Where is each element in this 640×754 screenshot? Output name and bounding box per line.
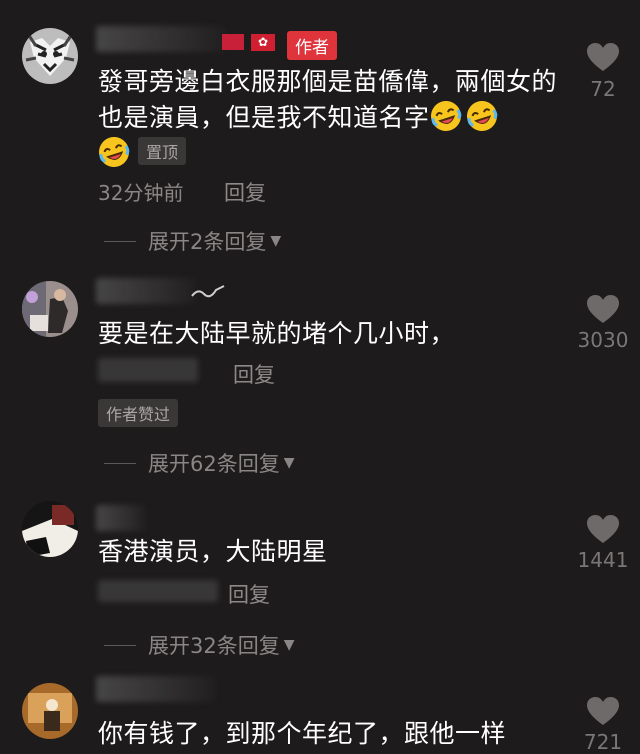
tiger-avatar-icon [22,28,78,84]
author-name-blurred[interactable] [96,278,196,304]
reply-button[interactable]: 回复 [224,177,266,207]
expand-replies-label: 展开62条回复 [148,452,280,476]
user-photo-icon [22,281,78,337]
blurred-meta [98,580,218,602]
like-count: 3030 [577,328,629,352]
divider-line [104,462,136,464]
hong-kong-flag-icon: ✿ [251,34,275,51]
avatar[interactable] [22,683,78,739]
comment-text[interactable]: 要是在大陆早就的堵个几小时， [98,316,558,352]
avatar[interactable] [22,28,78,84]
like-count: 721 [583,730,623,754]
heart-icon[interactable] [586,294,620,324]
rofl-emoji [98,136,130,168]
user-photo-icon [22,683,78,739]
reply-button[interactable]: 回复 [233,359,275,389]
like-count: 72 [590,77,616,101]
rofl-emoji [430,100,462,132]
user-photo-icon [22,501,78,557]
liked-by-author-tag: 作者赞过 [98,399,179,427]
expand-replies-button[interactable]: 展开32条回复 ▼ [104,630,295,660]
like-count: 1441 [577,548,629,572]
pinned-tag: 置顶 [138,137,187,165]
flag-icon [222,34,244,50]
caret-down-icon: ▼ [270,233,282,249]
caret-down-icon: ▼ [283,455,295,471]
author-badge: 作者 [287,31,337,60]
expand-replies-label: 展开2条回复 [148,230,267,254]
author-name-blurred[interactable] [96,505,146,531]
blurred-meta [98,358,198,382]
heart-icon[interactable] [586,42,620,72]
caret-down-icon: ▼ [283,637,295,653]
heart-icon[interactable] [586,696,620,726]
comment-time: 32分钟前 [98,181,184,205]
expand-replies-button[interactable]: 展开2条回复 ▼ [104,226,281,256]
author-name-blurred[interactable] [96,26,226,52]
reply-button[interactable]: 回复 [228,579,270,609]
avatar[interactable] [22,501,78,557]
comment-text[interactable]: 香港演员，大陆明星 [98,534,558,570]
author-name-blurred[interactable] [96,676,216,702]
divider-line [104,644,136,646]
expand-replies-label: 展开32条回复 [148,634,280,658]
heart-icon[interactable] [586,514,620,544]
rofl-emoji [466,100,498,132]
expand-replies-button[interactable]: 展开62条回复 ▼ [104,448,295,478]
divider-line [104,240,136,242]
comment-text[interactable]: 你有钱了，到那个年纪了，跟他一样 [98,716,558,752]
avatar[interactable] [22,281,78,337]
squiggle-icon [191,285,225,298]
